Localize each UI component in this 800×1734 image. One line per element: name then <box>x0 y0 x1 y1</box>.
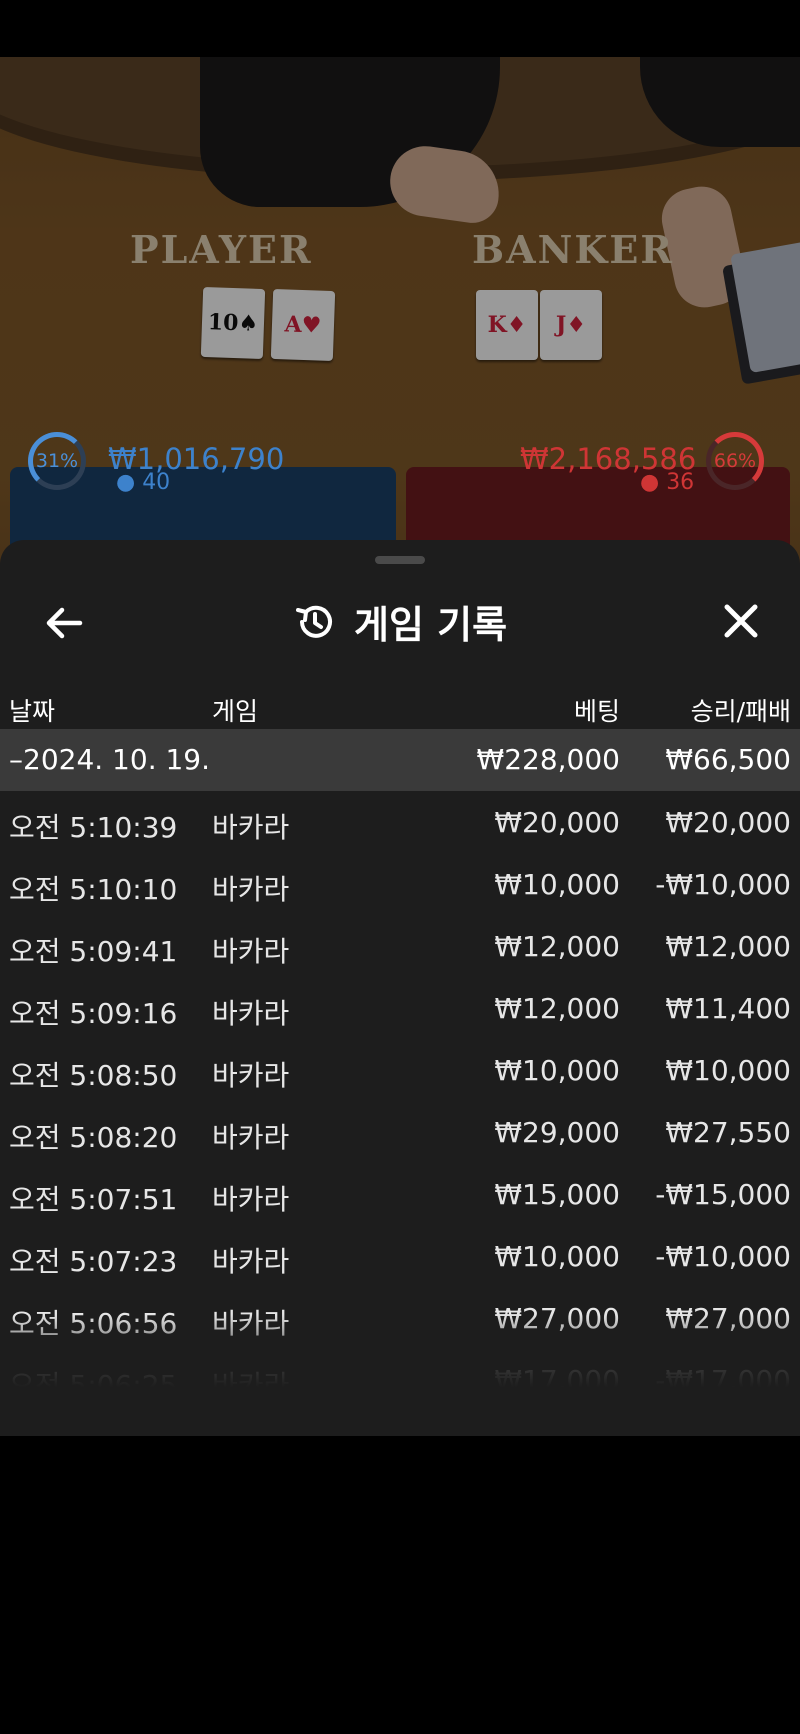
row-bet: ₩29,000 <box>494 1116 620 1149</box>
column-bet: 베팅 <box>573 697 620 726</box>
game-history-sheet: 게임 기록 날짜 게임 베팅 승리/패배 –2024. 10. 19. ₩228… <box>0 540 800 1436</box>
row-winloss: ₩20,000 <box>665 806 791 839</box>
row-winloss: -₩15,000 <box>655 1178 791 1211</box>
table-row[interactable]: 오전 5:09:16 바카라 ₩12,000 ₩11,400 <box>0 978 800 1040</box>
banker-percentage: 66% <box>706 432 764 490</box>
banker-bettor-count: ● 36 <box>640 470 695 495</box>
row-time: 오전 5:07:51 <box>9 1183 178 1216</box>
row-bet: ₩12,000 <box>494 992 620 1025</box>
row-time: 오전 5:07:23 <box>9 1245 178 1278</box>
row-game: 바카라 <box>212 1059 290 1092</box>
row-game: 바카라 <box>212 1121 290 1154</box>
list-fade-overlay <box>0 1314 800 1436</box>
sheet-header: 게임 기록 <box>0 580 800 666</box>
row-time: 오전 5:09:41 <box>9 935 178 968</box>
row-winloss: ₩27,550 <box>665 1116 791 1149</box>
sheet-title: 게임 기록 <box>354 603 508 647</box>
date-group-row[interactable]: –2024. 10. 19. ₩228,000 ₩66,500 <box>0 729 800 791</box>
row-game: 바카라 <box>212 1245 290 1278</box>
table-row[interactable]: 오전 5:07:23 바카라 ₩10,000 -₩10,000 <box>0 1226 800 1288</box>
row-winloss: -₩10,000 <box>655 868 791 901</box>
sheet-drag-handle[interactable] <box>375 556 425 564</box>
sheet-title-group: 게임 기록 <box>0 594 800 654</box>
row-game: 바카라 <box>212 997 290 1030</box>
row-winloss: ₩10,000 <box>665 1054 791 1087</box>
player-bettor-count: ● 40 <box>116 470 171 495</box>
row-game: 바카라 <box>212 811 290 844</box>
row-winloss: ₩11,400 <box>665 992 791 1025</box>
row-bet: ₩20,000 <box>494 806 620 839</box>
table-row[interactable]: 오전 5:10:39 바카라 ₩20,000 ₩20,000 <box>0 792 800 854</box>
row-bet: ₩15,000 <box>494 1178 620 1211</box>
history-icon <box>295 605 332 638</box>
row-time: 오전 5:10:10 <box>9 873 178 906</box>
row-winloss: ₩12,000 <box>665 930 791 963</box>
row-bet: ₩10,000 <box>494 1054 620 1087</box>
close-icon <box>724 604 758 638</box>
column-winloss: 승리/패배 <box>690 697 791 726</box>
column-game: 게임 <box>212 697 259 726</box>
group-winloss-total: ₩66,500 <box>665 743 791 776</box>
row-time: 오전 5:08:20 <box>9 1121 178 1154</box>
table-row[interactable]: 오전 5:07:51 바카라 ₩15,000 -₩15,000 <box>0 1164 800 1226</box>
row-bet: ₩10,000 <box>494 1240 620 1273</box>
group-date: –2024. 10. 19. <box>9 743 211 776</box>
group-bet-total: ₩228,000 <box>476 743 620 776</box>
row-time: 오전 5:08:50 <box>9 1059 178 1092</box>
table-row[interactable]: 오전 5:08:50 바카라 ₩10,000 ₩10,000 <box>0 1040 800 1102</box>
row-game: 바카라 <box>212 873 290 906</box>
table-header: 날짜 게임 베팅 승리/패배 <box>0 680 800 730</box>
row-time: 오전 5:10:39 <box>9 811 178 844</box>
table-row[interactable]: 오전 5:10:10 바카라 ₩10,000 -₩10,000 <box>0 854 800 916</box>
table-row[interactable]: 오전 5:08:20 바카라 ₩29,000 ₩27,550 <box>0 1102 800 1164</box>
row-winloss: -₩10,000 <box>655 1240 791 1273</box>
row-bet: ₩10,000 <box>494 868 620 901</box>
player-percentage: 31% <box>28 432 86 490</box>
close-button[interactable] <box>716 596 766 646</box>
column-date: 날짜 <box>9 697 56 726</box>
row-game: 바카라 <box>212 1183 290 1216</box>
row-game: 바카라 <box>212 935 290 968</box>
row-time: 오전 5:09:16 <box>9 997 178 1030</box>
row-bet: ₩12,000 <box>494 930 620 963</box>
table-row[interactable]: 오전 5:09:41 바카라 ₩12,000 ₩12,000 <box>0 916 800 978</box>
